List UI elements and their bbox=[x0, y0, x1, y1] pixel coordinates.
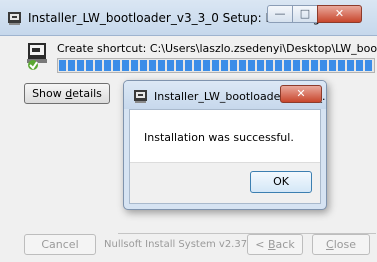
close-accelerator: C bbox=[326, 238, 334, 251]
maximize-button[interactable]: □ bbox=[292, 5, 318, 23]
show-details-label-rest: etails bbox=[72, 87, 102, 100]
window-controls: — □ ✕ bbox=[267, 5, 367, 25]
progress-fill bbox=[59, 60, 373, 71]
minimize-button[interactable]: — bbox=[267, 5, 293, 23]
back-label-rest: ack bbox=[275, 238, 295, 251]
message-box-dialog: Installer_LW_bootloader_v3_3_... ✕ Insta… bbox=[123, 80, 327, 210]
back-label: < bbox=[255, 238, 268, 251]
cancel-button[interactable]: Cancel bbox=[24, 234, 96, 255]
message-box-body: Installation was successful. OK bbox=[129, 109, 321, 204]
back-button[interactable]: < Back bbox=[247, 234, 303, 255]
back-accelerator: B bbox=[268, 238, 276, 251]
installer-status-icon bbox=[27, 43, 47, 70]
show-details-label: Show bbox=[32, 87, 66, 100]
install-progress-bar bbox=[57, 58, 375, 73]
success-message: Installation was successful. bbox=[144, 131, 294, 144]
nsis-branding: Nullsoft Install System v2.37 bbox=[104, 239, 248, 250]
status-text: Create shortcut: C:\Users\laszlo.zsedeny… bbox=[57, 42, 377, 55]
title-bar[interactable]: Installer_LW_bootloader_v3_3_0 Setup: In… bbox=[0, 0, 377, 36]
message-box-title-bar[interactable]: Installer_LW_bootloader_v3_3_... ✕ bbox=[124, 81, 326, 109]
close-button[interactable]: Close bbox=[312, 234, 370, 255]
installer-app-icon bbox=[8, 12, 21, 25]
show-details-button[interactable]: Show details bbox=[24, 83, 110, 104]
message-box-footer: OK bbox=[130, 162, 320, 203]
close-label-rest: lose bbox=[333, 238, 356, 251]
installer-app-icon bbox=[134, 90, 147, 103]
message-box-close-button[interactable]: ✕ bbox=[280, 85, 322, 103]
installer-window: Installer_LW_bootloader_v3_3_0 Setup: In… bbox=[0, 0, 377, 262]
window-close-button[interactable]: ✕ bbox=[317, 5, 362, 23]
ok-button[interactable]: OK bbox=[250, 171, 312, 193]
